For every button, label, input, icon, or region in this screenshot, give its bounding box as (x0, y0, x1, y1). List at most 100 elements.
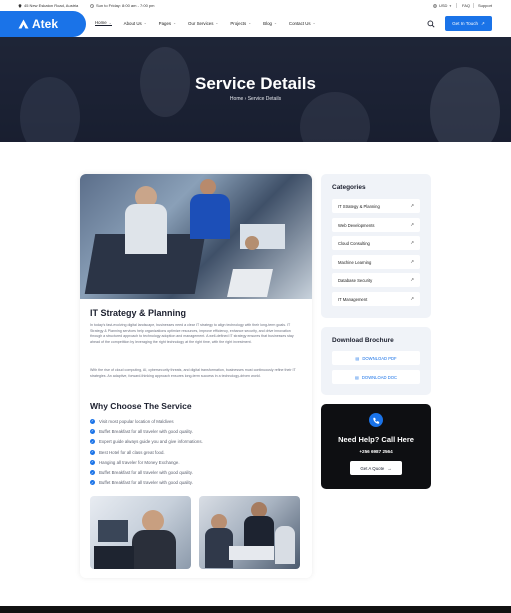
photo-shape (98, 520, 128, 542)
nav-projects[interactable]: Projects ⌄ (230, 20, 251, 26)
list-item: ✓ Buffet Breakfast for all traveler with … (90, 426, 203, 436)
photo-shape (125, 204, 167, 254)
brochure-title: Download Brochure (332, 337, 394, 344)
nav-label: Pages (158, 20, 172, 26)
nav-label: Our Services (188, 20, 214, 26)
list-item: ✓ Visit most popular location of Maldives (90, 416, 203, 426)
phone-icon (369, 413, 383, 427)
feature-checklist: ✓ Visit most popular location of Maldives… (90, 416, 203, 488)
faq-link[interactable]: FAQ (462, 3, 470, 8)
nav-label: Projects (230, 20, 247, 26)
category-item[interactable]: Database Security ↗ (332, 273, 420, 287)
currency-selector[interactable]: USD ▾ (433, 3, 451, 8)
help-phone-number[interactable]: +256 6987 2564 (321, 449, 431, 454)
photo-shape (200, 179, 216, 195)
logo[interactable]: Atek (0, 11, 86, 37)
check-icon: ✓ (90, 459, 95, 465)
chevron-down-icon: ⌄ (273, 21, 277, 25)
chevron-down-icon: ⌄ (248, 21, 252, 25)
logo-text: Atek (32, 17, 59, 31)
check-icon: ✓ (90, 418, 95, 424)
chevron-down-icon: ⌄ (215, 21, 219, 25)
download-label: DOWNLOAD DOC (361, 374, 398, 380)
category-item[interactable]: Cloud Consulting ↗ (332, 236, 420, 250)
search-icon[interactable] (427, 20, 435, 28)
category-label: IT Strategy & Planning (338, 203, 380, 209)
download-pdf-button[interactable]: ▤ DOWNLOAD PDF (332, 351, 420, 365)
service-description-2: With the rise of cloud computing, AI, cy… (90, 368, 296, 378)
nav-about[interactable]: About Us ⌄ (124, 20, 147, 26)
list-item: ✓ Hanging all traveler for Money Exchange… (90, 457, 203, 467)
category-item[interactable]: Web Developments ↗ (332, 218, 420, 232)
download-doc-button[interactable]: ▤ DOWNLOAD DOC (332, 370, 420, 384)
list-item-text: Best Hotel for all class great food. (99, 449, 165, 455)
photo-shape (94, 546, 134, 569)
category-label: Database Security (338, 277, 373, 283)
need-help-widget: Need Help? Call Here +256 6987 2564 Get … (321, 404, 431, 489)
check-icon: ✓ (90, 470, 95, 476)
nav-pages[interactable]: Pages ⌄ (159, 20, 176, 26)
hours-text: Sun to Friday: 8:00 am - 7:00 pm (96, 3, 155, 8)
arrow-up-right-icon: ↗ (410, 222, 414, 227)
hours-info: Sun to Friday: 8:00 am - 7:00 pm (90, 3, 154, 8)
service-gallery-image-2 (199, 496, 300, 569)
chevron-down-icon: ⌄ (312, 21, 316, 25)
location-pin-icon (18, 3, 22, 8)
download-brochure-widget: Download Brochure ▤ DOWNLOAD PDF ▤ DOWNL… (321, 327, 431, 395)
category-label: Machine Learning (338, 259, 372, 265)
main-nav: Home ⌄ About Us ⌄ Pages ⌄ Our Services ⌄ Pro… (95, 20, 328, 26)
category-item[interactable]: IT Management ↗ (332, 292, 420, 306)
currency-label: USD (439, 3, 448, 8)
check-icon: ✓ (90, 428, 95, 434)
category-item[interactable]: Machine Learning ↗ (332, 255, 420, 269)
photo-shape (190, 194, 230, 239)
main-header: Atek Home ⌄ About Us ⌄ Pages ⌄ Our Services… (0, 11, 511, 37)
support-link[interactable]: Support (478, 3, 492, 8)
check-icon: ✓ (90, 449, 95, 455)
category-label: Web Developments (338, 222, 375, 228)
photo-shape (245, 236, 259, 250)
photo-shape (227, 269, 273, 297)
nav-label: Contact Us (288, 20, 311, 26)
category-item[interactable]: IT Strategy & Planning ↗ (332, 199, 420, 213)
footer-edge (0, 606, 511, 613)
address-info: 45 New Eskaton Road, Austria (18, 3, 78, 8)
why-choose-title: Why Choose The Service (90, 401, 192, 411)
check-icon: ✓ (90, 439, 95, 445)
list-item: ✓ Buffet Breakfast for all traveler with … (90, 467, 203, 477)
photo-shape (229, 546, 274, 560)
clock-icon (90, 3, 94, 8)
cta-label: Get In Touch (452, 21, 479, 26)
divider (456, 3, 457, 8)
arrow-up-right-icon: ↗ (481, 20, 485, 26)
quote-label: Get A Quote (360, 465, 385, 471)
nav-blog[interactable]: Blog ⌄ (263, 20, 277, 26)
nav-services[interactable]: Our Services ⌄ (188, 20, 218, 26)
categories-widget: Categories IT Strategy & Planning ↗ Web D… (321, 174, 431, 318)
service-gallery-image-1 (90, 496, 191, 569)
list-item: ✓ Buffet Breakfast for all traveler with … (90, 478, 203, 488)
nav-label: Blog (263, 20, 272, 26)
get-in-touch-button[interactable]: Get In Touch ↗ (445, 16, 492, 31)
arrow-up-right-icon: ↗ (410, 240, 414, 245)
nav-home[interactable]: Home ⌄ (95, 20, 112, 26)
arrow-up-right-icon: ↗ (410, 203, 414, 208)
address-text: 45 New Eskaton Road, Austria (24, 3, 79, 8)
photo-shape (142, 510, 164, 532)
nav-label: Home (95, 20, 107, 25)
arrow-up-right-icon: ↗ (410, 296, 414, 301)
list-item-text: Expert guide always guide you and give i… (99, 439, 203, 445)
page-title: Service Details (195, 74, 316, 93)
list-item-text: Hanging all traveler for Money Exchange. (99, 459, 180, 465)
list-item-text: Buffet Breakfast for all traveler with g… (99, 480, 193, 486)
nav-contact[interactable]: Contact Us ⌄ (289, 20, 316, 26)
service-detail-card: IT Strategy & Planning In today's fast-e… (80, 174, 312, 578)
service-title: IT Strategy & Planning (90, 308, 187, 318)
categories-title: Categories (332, 184, 366, 191)
list-item-text: Buffet Breakfast for all traveler with g… (99, 428, 193, 434)
breadcrumb-home[interactable]: Home (230, 96, 243, 102)
globe-icon (433, 3, 437, 8)
chevron-down-icon: ⌄ (108, 20, 112, 25)
list-item: ✓ Expert guide always guide you and give … (90, 437, 203, 447)
get-quote-button[interactable]: Get A Quote → (350, 461, 402, 475)
